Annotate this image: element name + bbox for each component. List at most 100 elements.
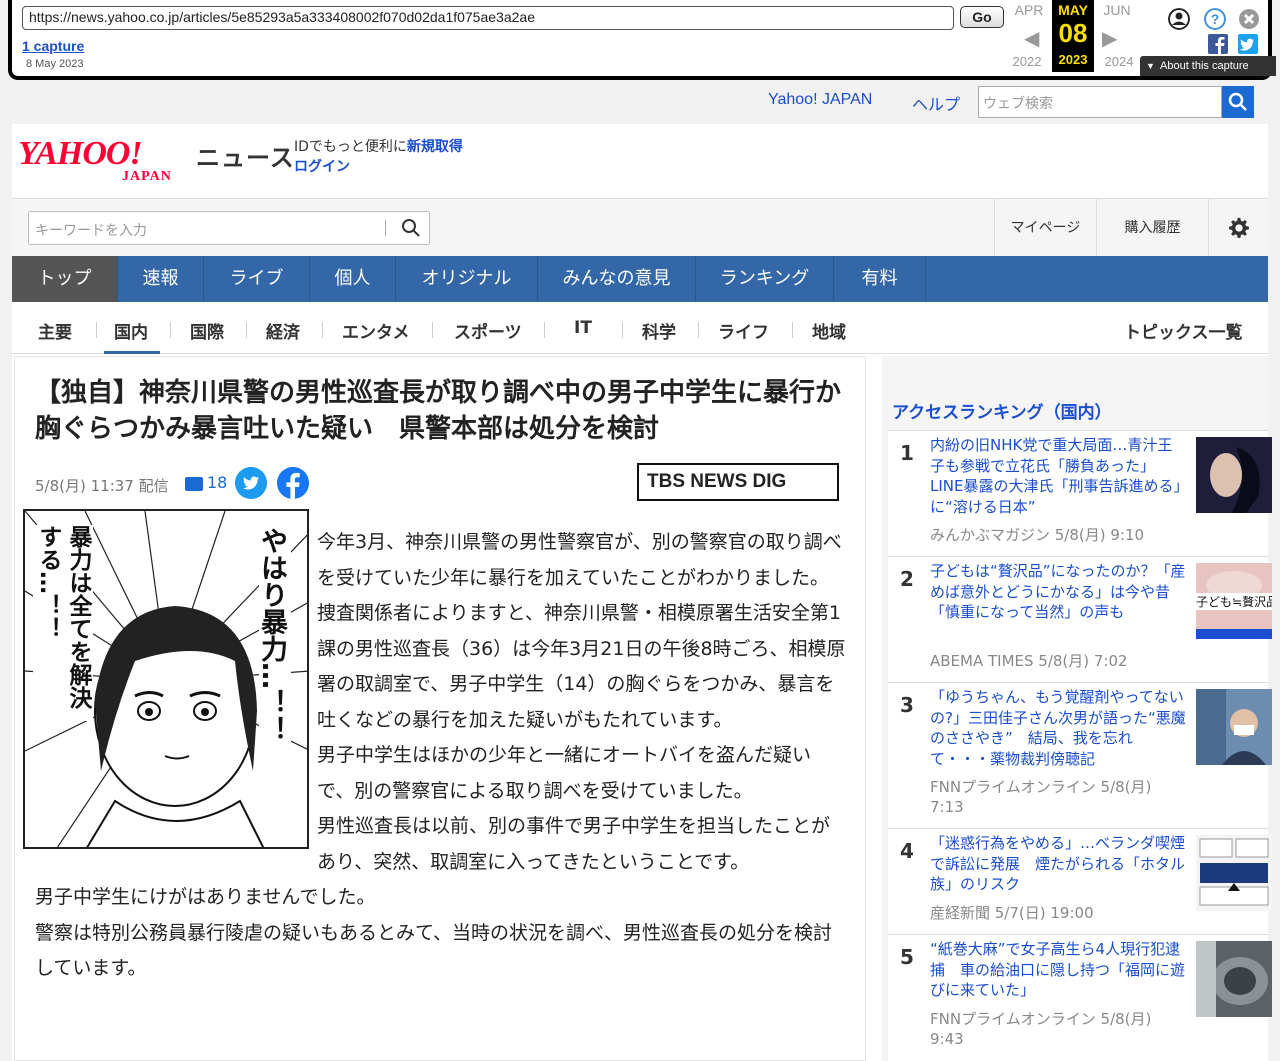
wayback-current-month: MAY	[1058, 2, 1088, 18]
rank-number: 5	[900, 945, 914, 969]
twitter-share-icon[interactable]	[1238, 34, 1258, 54]
facebook-share-icon[interactable]	[1208, 34, 1228, 54]
divider	[246, 322, 247, 338]
rank-thumbnail[interactable]	[1196, 941, 1272, 1017]
rank-title[interactable]: 「迷惑行為をやめる」…ベランダ喫煙で訴訟に発展 煙たがられる「ホタル族」のリスク	[930, 833, 1186, 895]
category-main[interactable]: 主要	[38, 318, 72, 343]
gnav-ranking[interactable]: ランキング	[696, 256, 834, 302]
wayback-go-button[interactable]: Go	[960, 6, 1004, 28]
wayback-next-year[interactable]: 2024	[1098, 54, 1140, 69]
article-paragraph: 男子中学生にけがはありませんでした。	[35, 886, 376, 908]
divider	[622, 322, 623, 338]
ranking-item[interactable]: 1 内紛の旧NHK党で重大局面…青汁王子も参戦で立花氏「勝負あった」LINE暴露…	[888, 430, 1272, 556]
rank-thumbnail[interactable]: 子ども≒贅沢品	[1196, 563, 1272, 639]
facebook-icon[interactable]	[277, 467, 309, 499]
gnav-top[interactable]: トップ	[12, 256, 118, 302]
gnav-live[interactable]: ライブ	[204, 256, 310, 302]
gear-icon	[1228, 217, 1249, 238]
divider	[322, 322, 323, 338]
register-link[interactable]: 新規取得	[407, 139, 463, 155]
search-icon	[1228, 92, 1247, 111]
rank-source: FNNプライムオンライン 5/8(月) 7:13	[930, 778, 1152, 816]
settings-button[interactable]	[1208, 199, 1268, 257]
category-region[interactable]: 地域	[812, 318, 846, 343]
svg-text:?: ?	[1211, 11, 1220, 27]
gnav-flash[interactable]: 速報	[118, 256, 204, 302]
wayback-current-day: 08	[1058, 18, 1088, 48]
svg-text:JAPAN: JAPAN	[122, 169, 172, 182]
category-entertainment[interactable]: エンタメ	[342, 318, 410, 343]
wayback-next-month[interactable]: JUN	[1096, 2, 1138, 18]
help-link[interactable]: ヘルプ	[912, 91, 960, 115]
gnav-paid[interactable]: 有料	[834, 256, 926, 302]
close-icon[interactable]	[1238, 8, 1260, 30]
wayback-prev-month[interactable]: APR	[1008, 2, 1050, 18]
purchase-history-link[interactable]: 購入履歴	[1096, 199, 1208, 257]
article-datetime: 5/8(月) 11:37 配信	[35, 477, 169, 495]
category-international[interactable]: 国際	[190, 318, 224, 343]
wayback-capture-date: 8 May 2023	[26, 58, 84, 70]
keyword-search-input[interactable]: キーワードを入力	[28, 211, 430, 245]
rank-thumbnail[interactable]	[1196, 835, 1272, 911]
divider	[792, 322, 793, 338]
rank-thumbnail[interactable]	[1196, 689, 1272, 765]
wayback-current-date: MAY 08 2023	[1052, 0, 1094, 72]
category-it[interactable]: IT	[574, 318, 592, 338]
rank-title[interactable]: 内紛の旧NHK党で重大局面…青汁王子も参戦で立花氏「勝負あった」LINE暴露の大…	[930, 435, 1186, 517]
user-icon[interactable]	[1168, 8, 1190, 30]
ranking-item[interactable]: 5 “紙巻大麻”で女子高生ら4人現行犯逮捕 車の給油口に隠し持つ「福岡に遊びに来…	[888, 934, 1272, 1061]
wayback-captures-link[interactable]: 1 capture	[22, 38, 84, 54]
page: Yahoo! JAPAN ヘルプ ウェブ検索 YAHOO! JAPAN ニュース…	[12, 80, 1272, 1061]
rank-number: 4	[900, 839, 914, 863]
login-link[interactable]: ログイン	[294, 156, 350, 176]
wayback-current-year: 2023	[1058, 52, 1088, 67]
category-life[interactable]: ライフ	[718, 318, 769, 343]
web-search-button[interactable]	[1222, 86, 1254, 118]
search-icon[interactable]	[401, 218, 421, 238]
tbs-news-dig-logo[interactable]: TBS NEWS DIG	[637, 463, 839, 501]
global-nav: トップ 速報 ライブ 個人 オリジナル みんなの意見 ランキング 有料	[12, 256, 1268, 302]
news-logo-label[interactable]: ニュース	[196, 138, 295, 173]
comment-count[interactable]: 18	[207, 473, 227, 492]
comment-icon[interactable]	[185, 477, 203, 491]
about-capture-button[interactable]: About this capture	[1140, 56, 1276, 76]
rank-source: 産経新聞 5/7(日) 19:00	[930, 904, 1094, 922]
thumb-caption: 子ども≒贅沢品	[1196, 593, 1272, 610]
rank-number: 1	[900, 441, 914, 465]
wayback-toolbar: https://news.yahoo.co.jp/articles/5e8529…	[8, 0, 1276, 80]
category-domestic[interactable]: 国内	[114, 318, 148, 343]
yahoo-japan-logo[interactable]: YAHOO! JAPAN	[18, 132, 194, 182]
rank-title[interactable]: “紙巻大麻”で女子高生ら4人現行犯逮捕 車の給油口に隠し持つ「福岡に遊びに来てい…	[930, 939, 1186, 1001]
mypage-link[interactable]: マイページ	[994, 199, 1096, 257]
wayback-prev-year[interactable]: 2022	[1006, 54, 1048, 69]
id-promo-text: IDでもっと便利に	[294, 139, 407, 155]
rank-number: 2	[900, 567, 914, 591]
category-economy[interactable]: 経済	[266, 318, 300, 343]
web-search-input[interactable]: ウェブ検索	[978, 86, 1222, 118]
category-sports[interactable]: スポーツ	[454, 318, 522, 343]
gnav-original[interactable]: オリジナル	[396, 256, 538, 302]
ranking-item[interactable]: 2 子どもは“贅沢品”になったのか？「産めば意外とどうにかなる」は今や昔「慎重に…	[888, 556, 1272, 682]
news-search-bar: キーワードを入力 マイページ 購入履歴	[12, 198, 1268, 257]
rank-source: ABEMA TIMES 5/8(月) 7:02	[930, 652, 1128, 670]
rank-thumbnail[interactable]	[1196, 437, 1272, 513]
help-icon[interactable]: ?	[1204, 8, 1226, 30]
rank-title[interactable]: 子どもは“贅沢品”になったのか？「産めば意外とどうにかなる」は今や昔「慎重になっ…	[930, 561, 1186, 623]
gnav-opinions[interactable]: みんなの意見	[538, 256, 696, 302]
rank-title[interactable]: 「ゆうちゃん、もう覚醒剤やってないの?」三田佳子さん次男が語った“悪魔のささやき…	[930, 687, 1186, 769]
ranking-title[interactable]: アクセスランキング（国内）	[892, 398, 1112, 423]
active-category-indicator	[104, 351, 160, 354]
divider	[432, 322, 433, 338]
keyword-placeholder: キーワードを入力	[35, 223, 147, 239]
twitter-icon[interactable]	[235, 467, 267, 499]
wayback-next-arrow-icon[interactable]: ▶	[1102, 26, 1117, 50]
ranking-item[interactable]: 3 「ゆうちゃん、もう覚醒剤やってないの?」三田佳子さん次男が語った“悪魔のささ…	[888, 682, 1272, 828]
top-utility-bar: Yahoo! JAPAN ヘルプ ウェブ検索	[12, 80, 1268, 124]
topics-list-link[interactable]: トピックス一覧	[1124, 318, 1243, 343]
ranking-item[interactable]: 4 「迷惑行為をやめる」…ベランダ喫煙で訴訟に発展 煙たがられる「ホタル族」のリ…	[888, 828, 1272, 934]
category-science[interactable]: 科学	[642, 318, 676, 343]
wayback-url-input[interactable]: https://news.yahoo.co.jp/articles/5e8529…	[22, 6, 954, 30]
wayback-prev-arrow-icon[interactable]: ◀	[1024, 26, 1039, 50]
yahoo-japan-link[interactable]: Yahoo! JAPAN	[768, 91, 872, 109]
gnav-individual[interactable]: 個人	[310, 256, 396, 302]
